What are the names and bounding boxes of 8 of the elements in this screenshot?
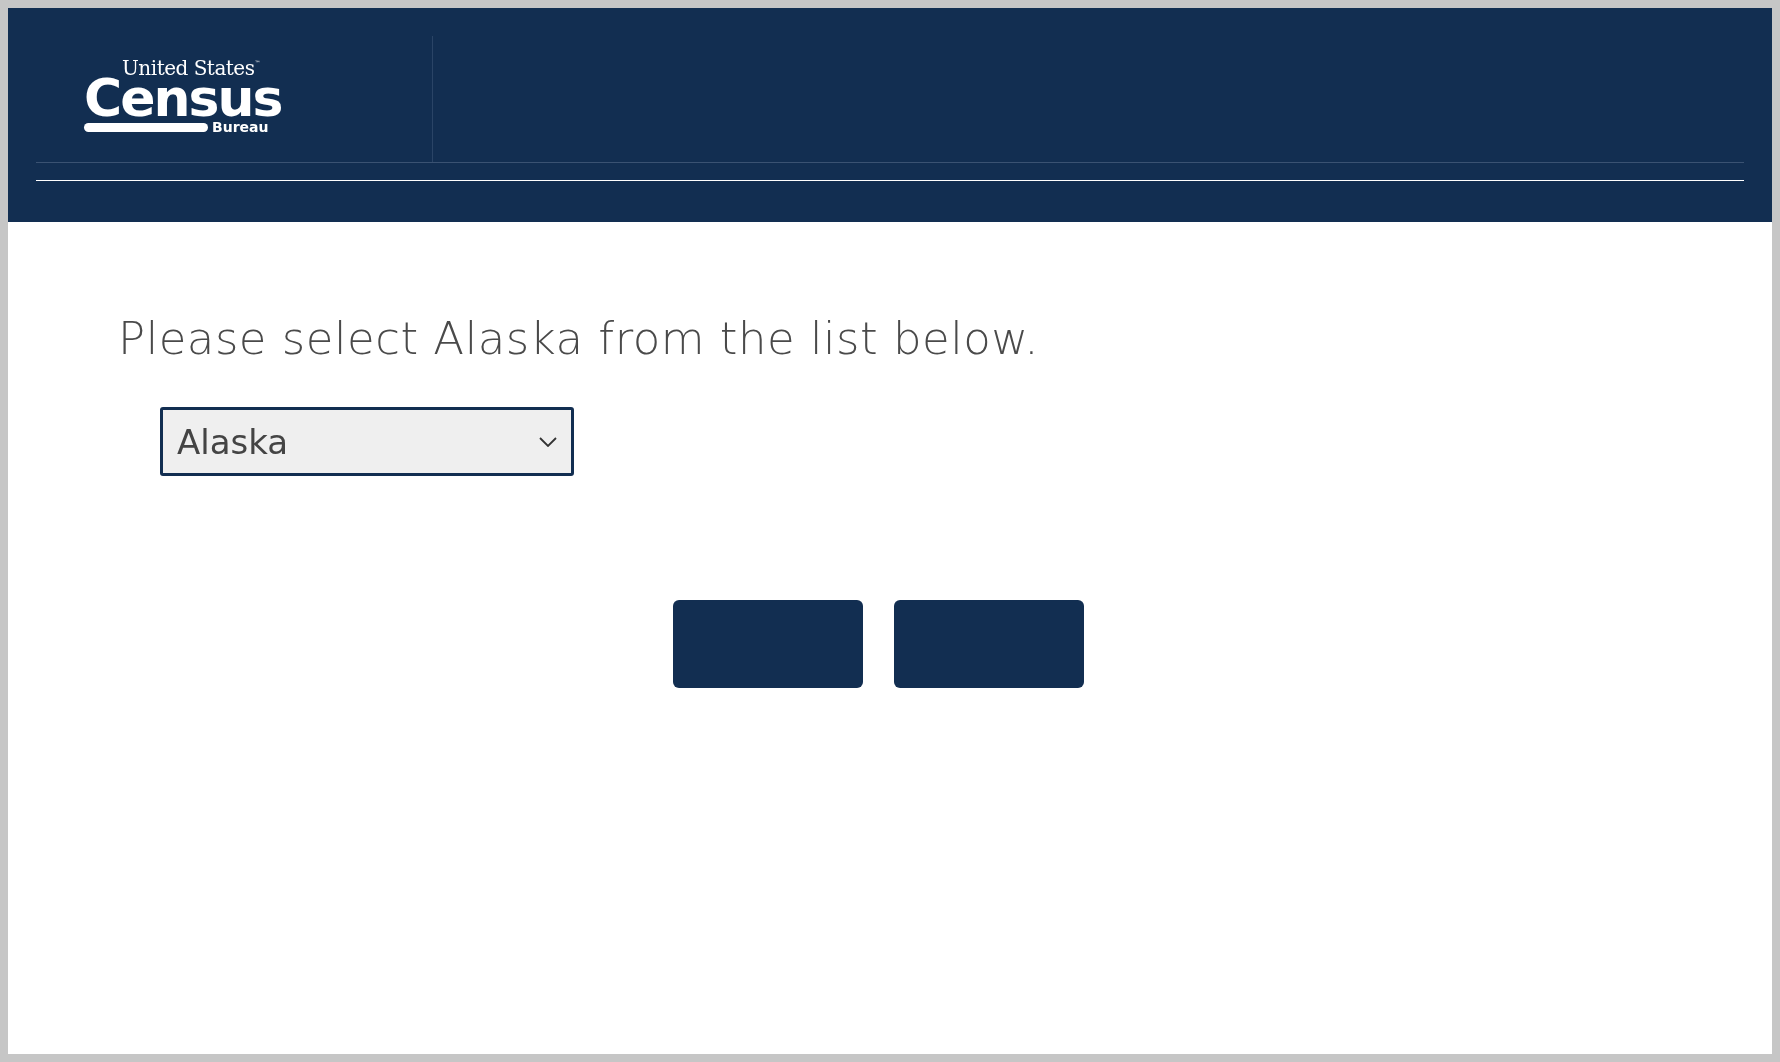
question-text: Please select Alaska from the list below. [118,312,1041,365]
logo-text: United States [122,58,255,78]
logo-text: Bureau [212,120,269,134]
navigation-button[interactable] [673,600,863,688]
state-select[interactable]: Alaska [160,407,574,476]
logo-wordmark: Census [84,76,283,120]
navigation-button[interactable] [894,600,1084,688]
chevron-down-icon [539,436,557,447]
